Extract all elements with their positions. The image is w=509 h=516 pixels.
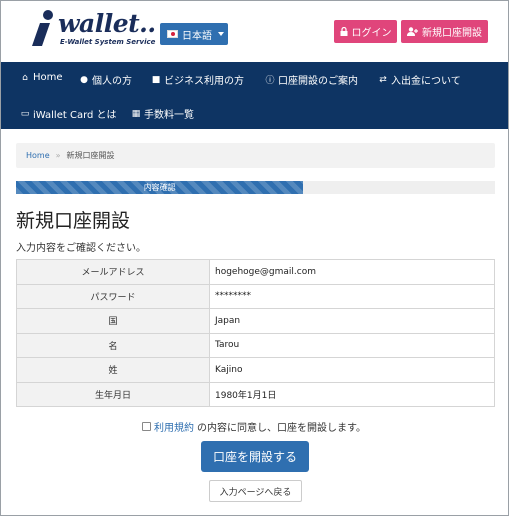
nav-item-business[interactable]: ■ ビジネス利用の方 (151, 72, 244, 88)
field-label-birthdate: 生年月日 (16, 381, 210, 407)
table-row: メールアドレス hogehoge@gmail.com (16, 259, 495, 285)
login-button[interactable]: ログイン (334, 20, 397, 43)
back-to-input-button[interactable]: 入力ページへ戻る (209, 480, 302, 502)
credit-card-icon: ▭ (20, 108, 30, 119)
nav-item-home[interactable]: ⌂ Home (20, 72, 63, 83)
field-label-last-name: 姓 (16, 357, 210, 383)
breadcrumb: Home » 新規口座開設 (16, 143, 495, 168)
nav-item-personal[interactable]: ● 個人の方 (79, 72, 132, 88)
agreement-text: の内容に同意し、口座を開設します。 (197, 423, 366, 434)
field-value-first-name: Tarou (209, 332, 495, 358)
breadcrumb-home-link[interactable]: Home (26, 151, 50, 160)
nav-label: ビジネス利用の方 (164, 76, 244, 87)
nav-label: 口座開設のご案内 (278, 76, 358, 87)
confirm-table: メールアドレス hogehoge@gmail.com パスワード *******… (16, 259, 495, 407)
terms-agreement: 利用規約 の内容に同意し、口座を開設します。 (142, 419, 366, 434)
nav-item-iwallet-card[interactable]: ▭ iWallet Card とは (20, 106, 117, 122)
login-label: ログイン (351, 28, 392, 39)
main-nav: ⌂ Home ● 個人の方 ■ ビジネス利用の方 ⓘ 口座開設のご案内 ⇄ 入出… (1, 62, 508, 129)
field-label-email: メールアドレス (16, 259, 210, 285)
nav-item-fees[interactable]: ▦ 手数料一覧 (131, 106, 194, 122)
table-row: 国 Japan (16, 308, 495, 334)
terms-checkbox[interactable] (142, 422, 151, 431)
nav-item-account-guide[interactable]: ⓘ 口座開設のご案内 (265, 72, 358, 87)
signup-button[interactable]: 新規口座開設 (401, 20, 488, 43)
signup-label: 新規口座開設 (422, 28, 482, 39)
japan-flag-icon (167, 30, 178, 38)
progress-bar: 内容確認 (16, 181, 495, 194)
logo-tagline: E-Wallet System Service (60, 38, 156, 46)
nav-item-deposit-withdraw[interactable]: ⇄ 入出金について (378, 72, 461, 88)
nav-label: 手数料一覧 (144, 110, 194, 121)
person-icon: ● (80, 74, 88, 85)
site-header: wallet.. E-Wallet System Service 日本語 ログイ… (1, 1, 508, 61)
field-value-country: Japan (209, 308, 495, 334)
nav-label: 個人の方 (92, 76, 132, 87)
nav-label: iWallet Card とは (33, 110, 117, 121)
table-row: パスワード ******** (16, 283, 495, 309)
nav-label: 入出金について (391, 76, 461, 87)
page-frame: wallet.. E-Wallet System Service 日本語 ログイ… (0, 0, 509, 516)
open-account-button[interactable]: 口座を開設する (201, 441, 309, 472)
field-value-birthdate: 1980年1月1日 (209, 381, 495, 407)
field-label-first-name: 名 (16, 332, 210, 358)
field-value-password: ******** (209, 283, 495, 309)
info-icon: ⓘ (265, 76, 275, 86)
breadcrumb-current: 新規口座開設 (66, 151, 115, 160)
calculator-icon: ▦ (131, 108, 141, 119)
field-label-password: パスワード (16, 283, 210, 309)
language-label: 日本語 (182, 30, 212, 42)
breadcrumb-separator: » (55, 151, 61, 160)
add-user-icon (407, 27, 418, 36)
field-value-email: hogehoge@gmail.com (209, 259, 495, 285)
table-row: 名 Tarou (16, 332, 495, 358)
chevron-down-icon (218, 32, 224, 36)
page-subtitle: 入力内容をご確認ください。 (16, 243, 146, 254)
table-row: 姓 Kajino (16, 357, 495, 383)
page-title: 新規口座開設 (16, 210, 131, 232)
iwallet-logo[interactable]: wallet.. E-Wallet System Service (28, 9, 156, 49)
lock-icon (340, 27, 347, 36)
logo-wordmark: wallet.. (58, 9, 156, 38)
field-label-country: 国 (16, 308, 210, 334)
field-value-last-name: Kajino (209, 357, 495, 383)
nav-label: Home (33, 72, 63, 83)
language-selector[interactable]: 日本語 (160, 23, 228, 45)
logo-i-icon (32, 10, 53, 46)
progress-label: 内容確認 (143, 183, 176, 192)
home-icon: ⌂ (22, 72, 28, 83)
briefcase-icon: ■ (151, 74, 161, 85)
exchange-icon: ⇄ (379, 74, 387, 85)
terms-link[interactable]: 利用規約 (154, 419, 194, 434)
table-row: 生年月日 1980年1月1日 (16, 381, 495, 407)
